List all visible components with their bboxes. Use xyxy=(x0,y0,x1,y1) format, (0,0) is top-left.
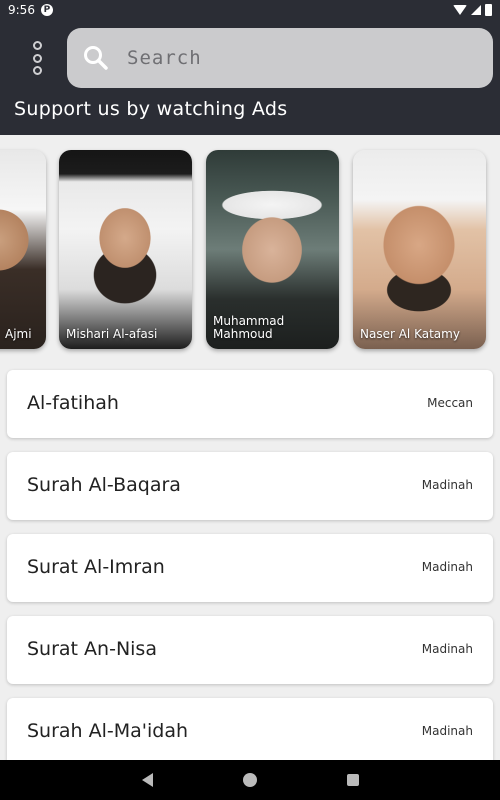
status-time: 9:56 xyxy=(8,3,35,17)
wifi-icon xyxy=(453,5,467,15)
reciter-photo xyxy=(59,150,192,349)
reciter-photo xyxy=(0,150,46,349)
surah-revelation-type: Madinah xyxy=(421,642,473,656)
surah-revelation-type: Madinah xyxy=(421,560,473,574)
list-item[interactable]: Surat An-Nisa Madinah xyxy=(7,616,493,684)
recents-icon[interactable] xyxy=(346,774,359,786)
battery-icon xyxy=(485,4,492,16)
home-icon[interactable] xyxy=(242,773,257,787)
reciter-card[interactable]: Ajmi xyxy=(0,150,46,349)
reciter-card[interactable]: Mishari Al-afasi xyxy=(59,150,192,349)
surah-revelation-type: Meccan xyxy=(427,396,473,410)
signal-icon xyxy=(471,5,481,15)
reciter-photo xyxy=(353,150,486,349)
surah-revelation-type: Madinah xyxy=(421,724,473,738)
reciter-card[interactable]: Naser Al Katamy xyxy=(353,150,486,349)
status-icons xyxy=(453,4,492,16)
search-bar[interactable] xyxy=(67,28,493,88)
menu-dot xyxy=(32,53,42,63)
more-vertical-icon[interactable] xyxy=(24,38,50,78)
surah-name: Surat Al-Imran xyxy=(27,556,165,578)
search-input[interactable] xyxy=(127,47,427,69)
reciter-card[interactable]: Muhammad Mahmoud xyxy=(206,150,339,349)
app-notification-icon: P xyxy=(40,4,53,16)
support-banner-text[interactable]: Support us by watching Ads xyxy=(14,98,287,120)
reciter-name: Ajmi xyxy=(5,327,32,341)
reciter-name: Naser Al Katamy xyxy=(360,327,460,341)
back-icon[interactable] xyxy=(141,773,153,787)
list-item[interactable]: Surah Al-Baqara Madinah xyxy=(7,452,493,520)
reciters-carousel[interactable]: Ajmi Mishari Al-afasi Muhammad Mahmoud N… xyxy=(0,135,500,365)
reciter-name: Mishari Al-afasi xyxy=(66,327,158,341)
menu-dot xyxy=(32,41,42,50)
surah-name: Surah Al-Ma'idah xyxy=(27,720,189,742)
system-nav-bar xyxy=(0,760,500,800)
status-bar: 9:56 P xyxy=(0,0,500,20)
list-item[interactable]: Al-fatihah Meccan xyxy=(7,370,493,438)
list-item[interactable]: Surat Al-Imran Madinah xyxy=(7,534,493,602)
surah-name: Surat An-Nisa xyxy=(27,638,157,660)
surah-name: Al-fatihah xyxy=(27,392,119,414)
app-header: Support us by watching Ads xyxy=(0,20,500,135)
surah-name: Surah Al-Baqara xyxy=(27,474,181,496)
surah-revelation-type: Madinah xyxy=(421,478,473,492)
list-item[interactable]: Surah Al-Ma'idah Madinah xyxy=(7,698,493,766)
search-icon xyxy=(83,45,109,71)
menu-dot xyxy=(32,66,42,75)
reciter-name: Muhammad Mahmoud xyxy=(213,314,285,341)
